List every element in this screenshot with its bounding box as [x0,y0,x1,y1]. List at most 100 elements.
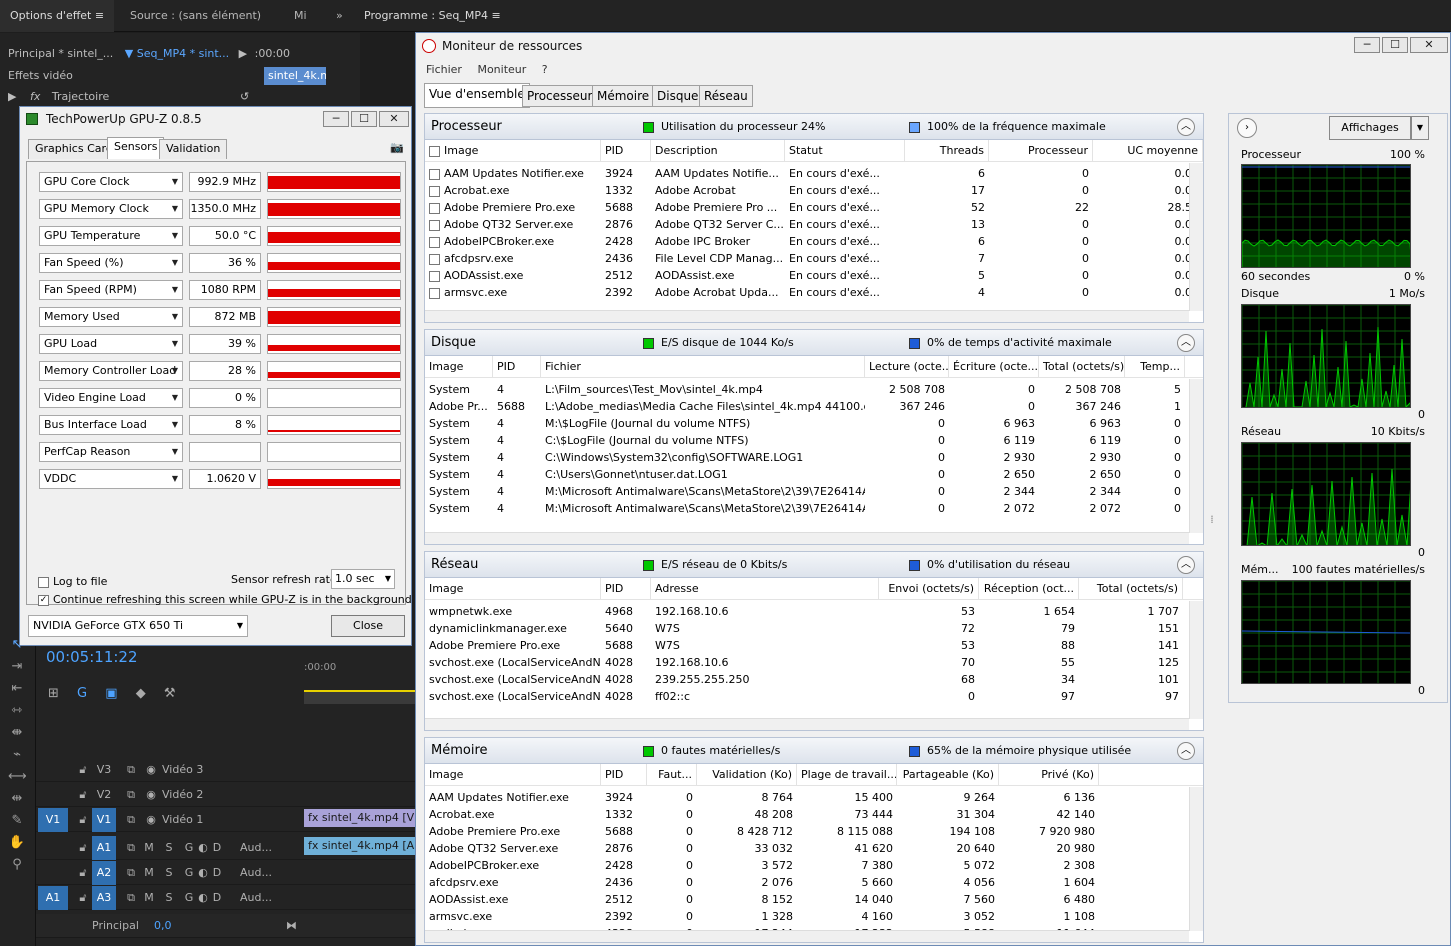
chevron-down-icon[interactable]: ▼ [1411,116,1429,140]
audio-clip[interactable]: fx sintel_4k.mp4 [A] [304,837,416,855]
row-checkbox[interactable] [429,185,440,197]
master-clip-label[interactable]: Principal * sintel_... [8,47,113,60]
table-row[interactable]: AODAssist.exe 2512 0 8 152 14 040 7 560 6 480 [425,891,1203,908]
log-to-file-option[interactable]: Log to file [38,575,107,588]
video-clip[interactable]: fx sintel_4k.mp4 [V] [304,809,416,827]
table-row[interactable]: System 4 M:\Microsoft Antimalware\Scans\Me… [425,483,1203,500]
sensor-select[interactable]: PerfCap Reason ▼ [39,442,183,462]
row-checkbox[interactable] [429,270,440,282]
horizontal-scrollbar[interactable] [425,532,1189,544]
close-window-button[interactable]: ✕ [379,111,409,127]
table-row[interactable]: Acrobat.exe 1332 0 48 208 73 444 31 304 42 140 [425,806,1203,823]
column-header[interactable]: Validation (Ko) [697,764,797,786]
vertical-scrollbar[interactable] [1189,379,1203,533]
sensor-select[interactable]: GPU Load ▼ [39,334,183,354]
track-v3[interactable]: 🔓︎ V3 ⧉ ◉ Vidéo 3 [36,758,416,782]
table-row[interactable]: AAM Updates Notifier.exe 3924 AAM Updates … [425,165,1203,182]
horizontal-scrollbar[interactable] [425,310,1189,322]
tab-program[interactable]: Programme : Seq_MP4 ≡ [354,0,511,32]
timeline-ruler[interactable]: :00:00 [304,662,336,673]
column-header[interactable]: Image [425,578,601,600]
sync-lock-icon[interactable]: ⧉ [120,783,142,807]
table-row[interactable]: AAM Updates Notifier.exe 3924 0 8 764 15 400… [425,789,1203,806]
column-header[interactable]: Réception (oct... [979,578,1079,600]
section-header[interactable]: Mémoire 0 fautes matérielles/s 65% de la… [425,738,1203,764]
chevron-down-icon[interactable]: ▼ [125,47,133,60]
source-patch[interactable] [38,861,68,885]
column-header[interactable]: Image [425,356,493,378]
table-row[interactable]: afcdpsrv.exe 2436 0 2 076 5 660 4 056 1 604 [425,874,1203,891]
pen-tool-icon[interactable]: ✎ [8,812,26,830]
source-patch[interactable]: A1 [38,886,68,910]
overflow-icon[interactable]: » [326,0,353,32]
mute-button[interactable]: M [138,861,160,885]
record-button[interactable]: D [206,886,228,910]
column-header[interactable]: PID [601,764,647,786]
table-row[interactable]: svchost.exe (LocalServiceAndNo... 4028 239… [425,671,1203,688]
target-patch[interactable]: A2 [92,861,116,885]
column-header[interactable]: PID [601,140,651,162]
table-row[interactable]: svchost.exe (LocalServiceAndNo... 4028 ff0… [425,688,1203,705]
rate-stretch-tool-icon[interactable]: ⇼ [8,724,26,742]
maximize-button[interactable]: ☐ [351,111,377,127]
linked-selection-icon[interactable]: G [77,686,87,701]
table-row[interactable]: System 4 C:\Users\Gonnet\ntuser.dat.LOG1 0 2… [425,466,1203,483]
column-header[interactable]: Envoi (octets/s) [879,578,979,600]
vertical-scrollbar[interactable] [1189,787,1203,931]
column-header[interactable]: Plage de travail... [797,764,897,786]
close-button[interactable]: Close [331,615,405,637]
column-header[interactable]: Partageable (Ko) [897,764,999,786]
column-header[interactable]: Total (octets/s) [1039,356,1125,378]
table-row[interactable]: armsvc.exe 2392 0 1 328 4 160 3 052 1 108 [425,908,1203,925]
table-row[interactable]: dynamiclinkmanager.exe 5640 W7S 72 79 151 [425,620,1203,637]
continue-refresh-checkbox[interactable]: ✓ [38,594,49,606]
row-checkbox[interactable] [429,236,440,248]
track-v2[interactable]: 🔓︎ V2 ⧉ ◉ Vidéo 2 [36,783,416,807]
target-patch[interactable]: V3 [92,758,116,782]
sensor-select[interactable]: Fan Speed (%) ▼ [39,253,183,273]
table-row[interactable]: Adobe Premiere Pro.exe 5688 Adobe Premiere… [425,199,1203,216]
zoom-tool-icon[interactable]: ⚲ [8,856,26,874]
track-a3[interactable]: A1 🔓︎ A3 ⧉ M S G ◐ D Aud... [36,886,416,910]
sync-lock-icon[interactable]: ⧉ [120,808,142,832]
lock-icon[interactable]: 🔓︎ [72,861,94,885]
horizontal-scrollbar[interactable] [425,930,1189,942]
table-row[interactable]: System 4 M:\Microsoft Antimalware\Scans\Me… [425,500,1203,517]
section-header[interactable]: Réseau E/S réseau de 0 Kbits/s 0% d'util… [425,552,1203,578]
column-header[interactable]: Écriture (octe... [949,356,1039,378]
table-row[interactable]: Adobe Premiere Pro.exe 5688 0 8 428 712 8 11… [425,823,1203,840]
razor-tool-icon[interactable]: ⌁ [8,746,26,764]
column-header[interactable]: Image [425,140,601,162]
sensor-select[interactable]: GPU Temperature ▼ [39,226,183,246]
eye-icon[interactable]: ◉ [140,783,162,807]
work-area-bar[interactable] [304,690,416,704]
table-row[interactable]: Acrobat.exe 1332 Adobe Acrobat En cours d'e… [425,182,1203,199]
camera-icon[interactable]: 📷 [390,141,404,154]
target-patch[interactable]: A3 [92,886,116,910]
collapse-icon[interactable]: ︿ [1177,334,1195,352]
column-header[interactable]: Temp... [1125,356,1185,378]
target-patch[interactable]: V1 [92,808,116,832]
mute-button[interactable]: M [138,886,160,910]
horizontal-scrollbar[interactable] [425,718,1189,730]
fx-badge[interactable]: fx [30,90,40,103]
reset-icon[interactable]: ↺ [240,86,249,108]
sensor-select[interactable]: VDDC ▼ [39,469,183,489]
sync-lock-icon[interactable]: ⧉ [120,758,142,782]
menu-icon[interactable]: ≡ [491,9,500,22]
source-patch[interactable] [38,836,68,860]
refresh-rate-select[interactable]: 1.0 sec ▼ [331,569,395,589]
tab-source[interactable]: Source : (sans élément) [120,0,271,32]
table-row[interactable]: AdobeIPCBroker.exe 2428 Adobe IPC Broker En… [425,233,1203,250]
menu-file[interactable]: Fichier [426,63,462,76]
collapse-icon[interactable]: ︿ [1177,742,1195,760]
tab-sensors[interactable]: Sensors [107,137,165,159]
tab-overview[interactable]: Vue d'ensemble [424,83,530,108]
slide-tool-icon[interactable]: ⇹ [8,790,26,808]
table-row[interactable]: AdobeIPCBroker.exe 2428 0 3 572 7 380 5 072 2 … [425,857,1203,874]
column-header[interactable]: UC moyenne [1093,140,1203,162]
tab-validation[interactable]: Validation [159,139,228,159]
table-row[interactable]: System 4 C:\Windows\System32\config\SOFTWA… [425,449,1203,466]
sequence-clip-label[interactable]: Seq_MP4 * sint... [137,47,229,60]
lock-icon[interactable]: 🔓︎ [72,808,94,832]
